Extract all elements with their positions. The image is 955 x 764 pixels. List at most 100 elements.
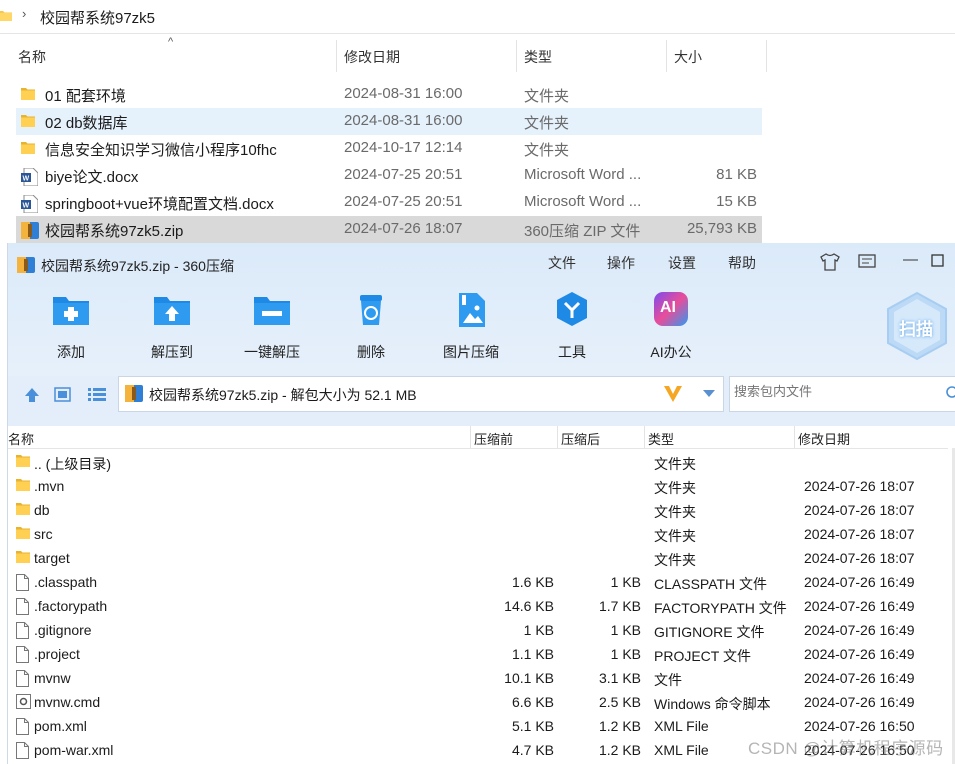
skin-shirt-icon[interactable] [820, 253, 840, 271]
minimize-icon[interactable]: — [903, 251, 918, 268]
archive-search-box[interactable] [729, 376, 955, 412]
zip-list-item[interactable]: src 文件夹 2024-07-26 18:07 [8, 522, 948, 546]
entry-size-after: 1.2 KB [598, 718, 641, 734]
entry-size-after: 1.2 KB [598, 742, 641, 758]
entry-name: .mvn [34, 478, 65, 494]
zip-column-after[interactable]: 压缩后 [561, 429, 600, 448]
column-header-type[interactable]: 类型 [524, 47, 552, 67]
explorer-row[interactable]: Wbiye论文.docx 2024-07-25 20:51 Microsoft Wo… [16, 162, 762, 189]
zip-column-name[interactable]: 名称 [8, 429, 34, 448]
image-compress-icon [451, 289, 491, 329]
extract-to-button[interactable]: 解压到 [127, 289, 217, 362]
archive-path-field[interactable]: 校园帮系统97zk5.zip - 解包大小为 52.1 MB [118, 376, 724, 412]
scan-label: 扫描 [899, 320, 933, 339]
file-type: 文件夹 [524, 142, 570, 159]
entry-type: XML File [654, 718, 709, 734]
file-date: 2024-10-17 12:14 [344, 139, 463, 156]
file-icon [16, 574, 29, 594]
tools-button[interactable]: 工具 [527, 289, 617, 362]
zip-list-item[interactable]: .classpath 1.6 KB 1 KB CLASSPATH 文件 2024-07-… [8, 570, 948, 594]
explorer-row[interactable]: 02 db数据库 2024-08-31 16:00 文件夹 [16, 108, 762, 135]
add-label: 添加 [57, 344, 85, 360]
ai-office-button[interactable]: AI AI办公 [626, 289, 716, 362]
tools-label: 工具 [558, 344, 586, 360]
one-click-extract-button[interactable]: 一键解压 [227, 289, 317, 362]
list-view-icon[interactable] [88, 388, 106, 401]
zip-list-item[interactable]: db 文件夹 2024-07-26 18:07 [8, 498, 948, 522]
explorer-row[interactable]: 01 配套环境 2024-08-31 16:00 文件夹 [16, 81, 762, 108]
entry-size-before: 5.1 KB [511, 718, 554, 734]
file-type: 文件夹 [524, 115, 570, 132]
image-compress-button[interactable]: 图片压缩 [426, 289, 516, 362]
folder-icon [16, 454, 30, 470]
column-header-date[interactable]: 修改日期 [344, 47, 400, 67]
zip-column-date[interactable]: 修改日期 [798, 429, 850, 448]
zip-list-item[interactable]: target 文件夹 2024-07-26 18:07 [8, 546, 948, 570]
tools-icon [552, 289, 592, 329]
entry-date: 2024-07-26 18:07 [804, 550, 915, 566]
entry-name: .classpath [34, 574, 98, 590]
delete-button[interactable]: 删除 [326, 289, 416, 362]
entry-name: db [34, 502, 50, 518]
entry-size-after: 3.1 KB [598, 670, 641, 686]
entry-size-after: 1 KB [610, 574, 641, 590]
menu-settings[interactable]: 设置 [668, 253, 696, 273]
cmd-script-icon [16, 694, 31, 712]
file-name: 02 db数据库 [45, 115, 128, 132]
zip-list-item[interactable]: .mvn 文件夹 2024-07-26 18:07 [8, 474, 948, 498]
entry-date: 2024-07-26 16:49 [804, 670, 915, 686]
up-arrow-icon[interactable] [24, 387, 40, 403]
explorer-row[interactable]: 信息安全知识学习微信小程序10fhc 2024-10-17 12:14 文件夹 [16, 135, 762, 162]
folder-icon [16, 502, 30, 518]
file-type: 360压缩 ZIP 文件 [524, 223, 641, 240]
folder-icon [0, 11, 12, 21]
explorer-row[interactable]: 校园帮系统97zk5.zip 2024-07-26 18:07 360压缩 ZIP … [16, 216, 762, 243]
feedback-icon[interactable] [858, 254, 876, 270]
word-doc-icon: W [21, 167, 39, 190]
thumbnail-view-icon[interactable] [54, 387, 71, 402]
scan-button[interactable]: 扫描 [884, 291, 950, 361]
zip-list-item[interactable]: mvnw 10.1 KB 3.1 KB 文件 2024-07-26 16:49 [8, 666, 948, 690]
zip-list-item[interactable]: .gitignore 1 KB 1 KB GITIGNORE 文件 2024-07-26… [8, 618, 948, 642]
maximize-icon[interactable] [931, 254, 944, 267]
add-button[interactable]: 添加 [26, 289, 116, 362]
zip-list-item[interactable]: mvnw.cmd 6.6 KB 2.5 KB Windows 命令脚本 2024-07-… [8, 690, 948, 714]
zip-list-item[interactable]: .. (上级目录) 文件夹 [8, 450, 948, 474]
delete-icon [351, 289, 391, 329]
zip-archive-icon [125, 385, 143, 402]
search-icon[interactable] [944, 386, 955, 400]
column-header-name[interactable]: 名称 [18, 47, 46, 67]
file-type: 文件夹 [524, 88, 570, 105]
entry-name: src [34, 526, 53, 542]
folder-icon [16, 550, 30, 566]
explorer-column-headers: 名称 修改日期 类型 大小 [0, 40, 770, 72]
entry-type: 文件夹 [654, 504, 696, 520]
archive-search-input[interactable] [732, 383, 936, 400]
column-header-size[interactable]: 大小 [674, 47, 702, 67]
entry-name: .factorypath [34, 598, 108, 614]
zip-column-before[interactable]: 压缩前 [474, 429, 513, 448]
explorer-row[interactable]: Wspringboot+vue环境配置文档.docx 2024-07-25 20:… [16, 189, 762, 216]
zip-list-item[interactable]: .project 1.1 KB 1 KB PROJECT 文件 2024-07-26 1… [8, 642, 948, 666]
menu-help[interactable]: 帮助 [728, 253, 756, 273]
entry-type: GITIGNORE 文件 [654, 624, 765, 640]
v-logo-icon[interactable] [663, 384, 683, 404]
breadcrumb[interactable]: 校园帮系统97zk5 [40, 7, 155, 28]
folder-icon [21, 141, 35, 158]
entry-name: .gitignore [34, 622, 92, 638]
entry-type: 文件 [654, 672, 682, 688]
delete-label: 删除 [357, 344, 385, 360]
entry-size-before: 1 KB [523, 622, 554, 638]
file-date: 2024-08-31 16:00 [344, 85, 463, 102]
entry-date: 2024-07-26 16:49 [804, 598, 915, 614]
chevron-right-icon[interactable]: › [22, 6, 26, 21]
menu-file[interactable]: 文件 [548, 253, 576, 273]
entry-size-before: 1.1 KB [511, 646, 554, 662]
menu-operation[interactable]: 操作 [607, 253, 635, 273]
zip-list-item[interactable]: .factorypath 14.6 KB 1.7 KB FACTORYPATH 文件 2… [8, 594, 948, 618]
file-size: 15 KB [716, 193, 757, 210]
zip-column-type[interactable]: 类型 [648, 429, 674, 448]
address-bar[interactable]: › 校园帮系统97zk5 [0, 0, 955, 34]
dropdown-arrow-icon[interactable] [703, 390, 715, 398]
file-icon [16, 646, 29, 666]
